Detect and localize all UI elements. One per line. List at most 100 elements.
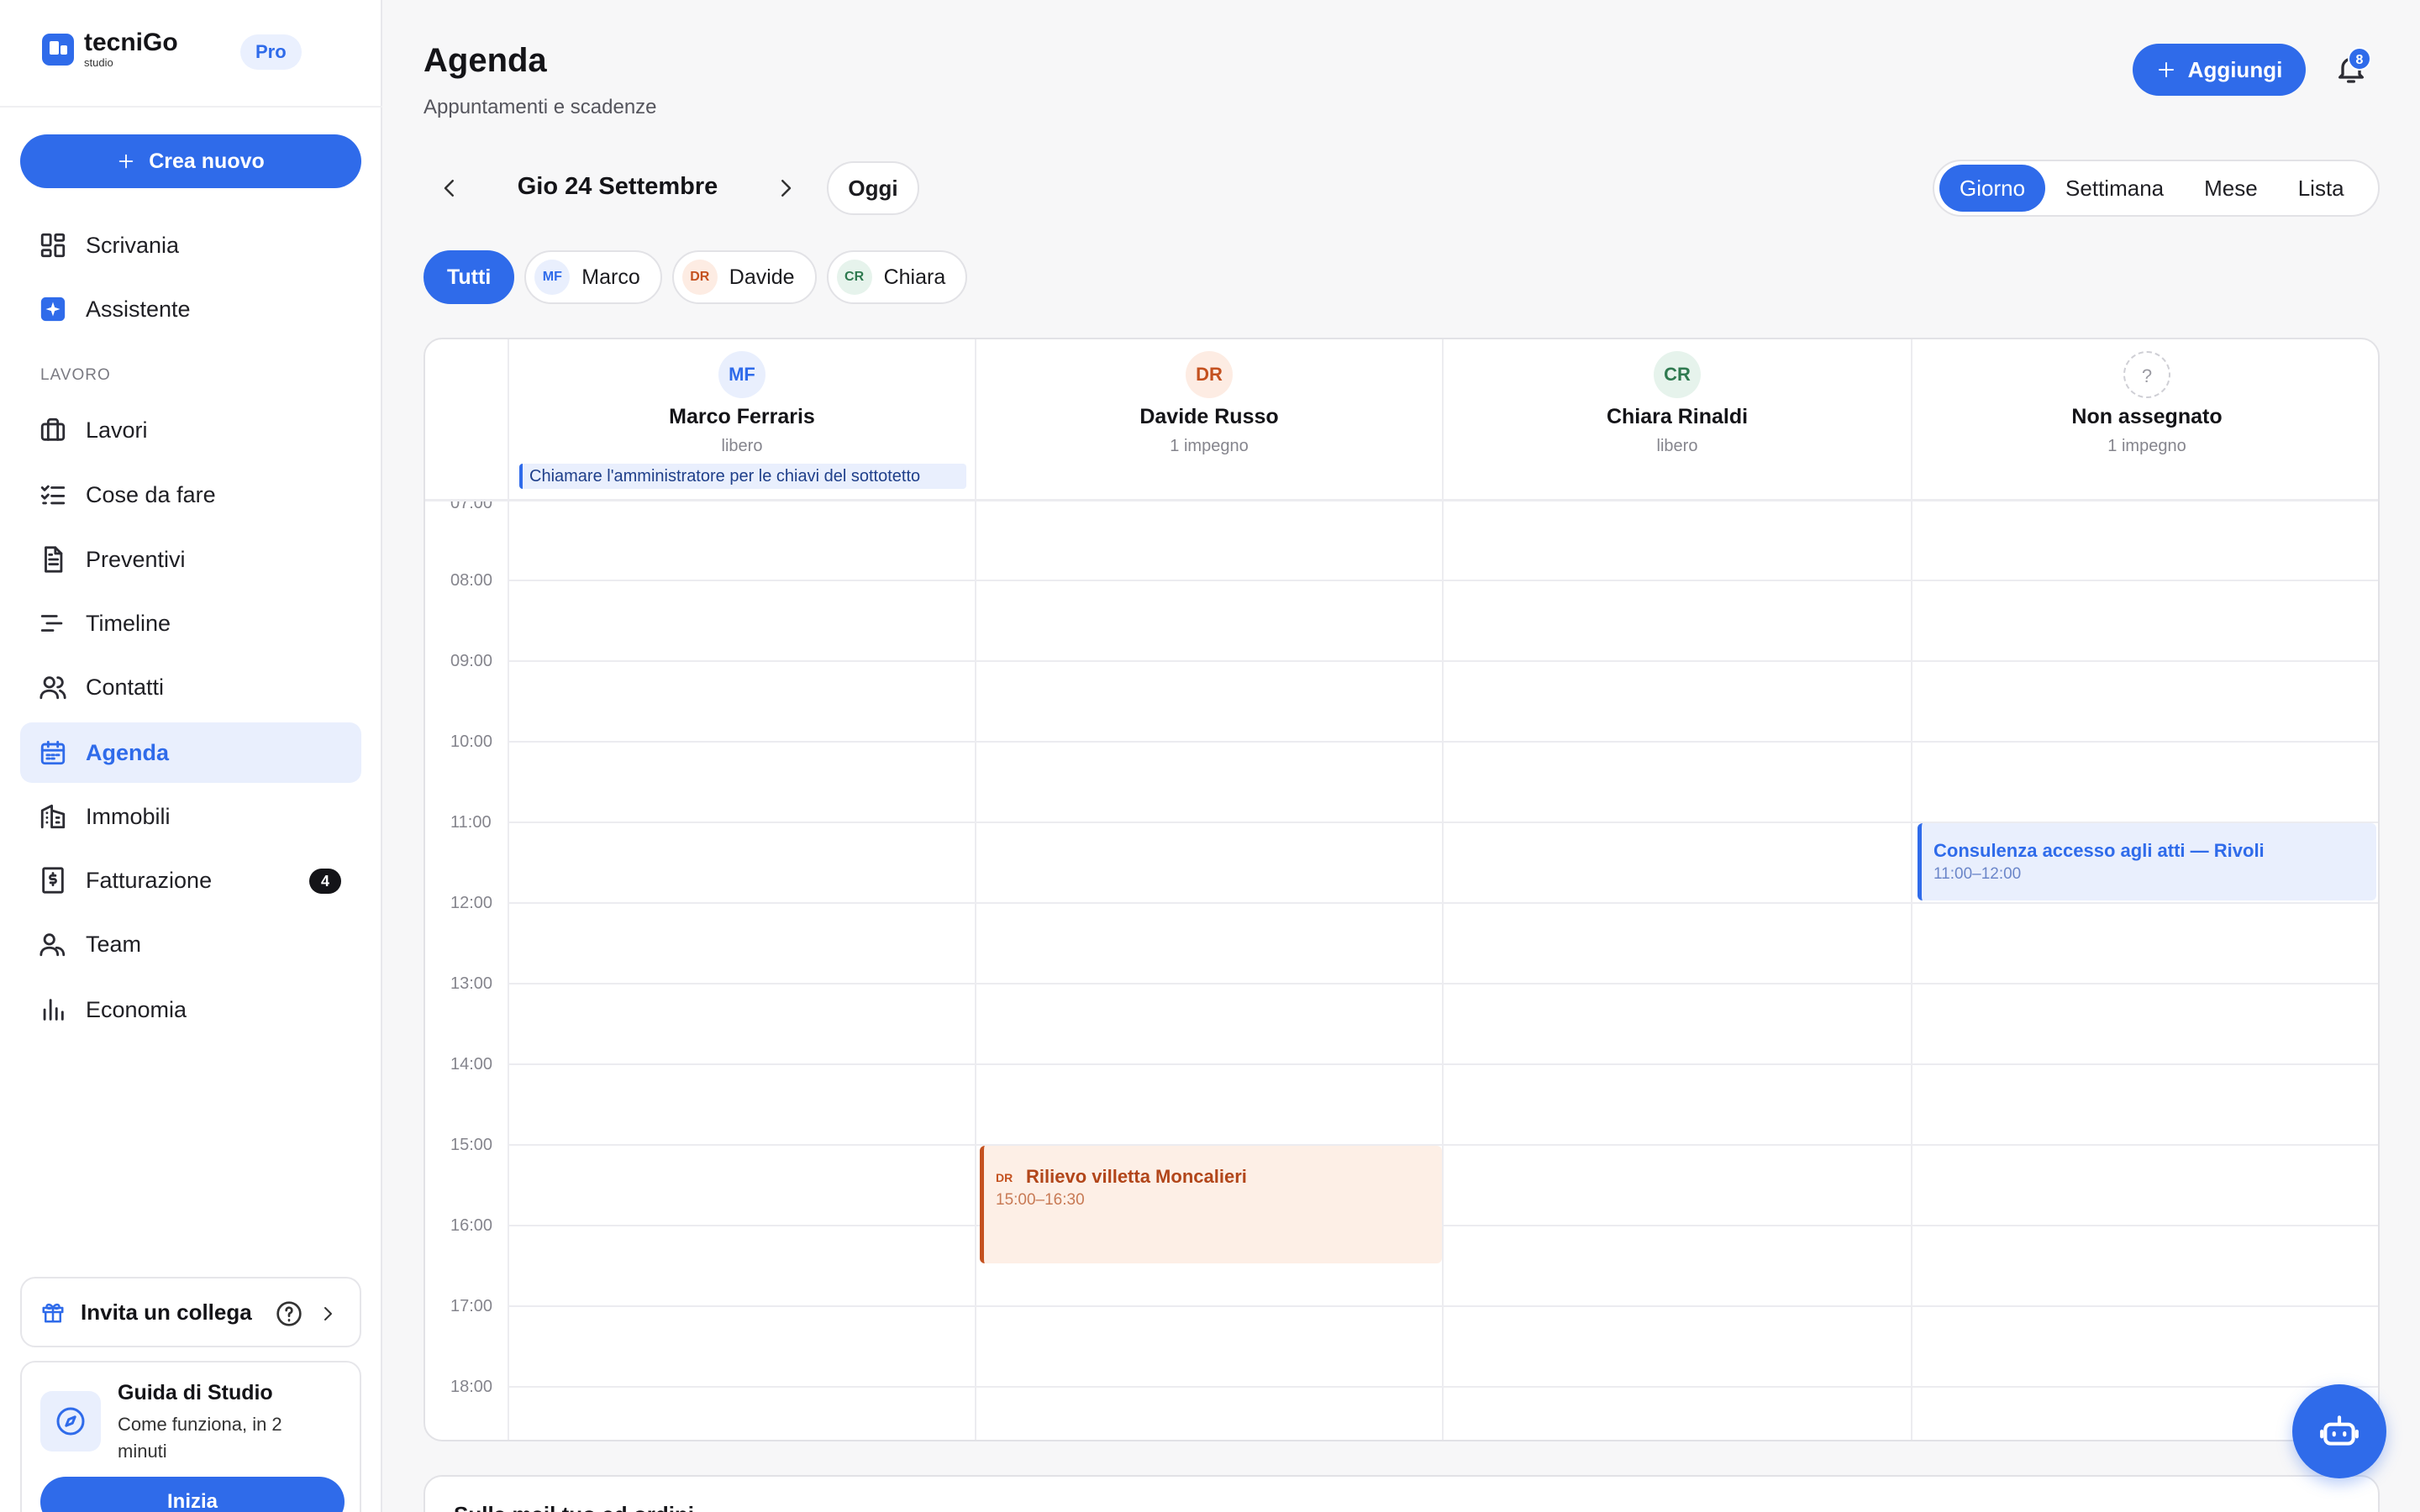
calendar-event[interactable]: DR Rilievo villetta Moncalieri 15:00–16:… — [980, 1146, 1442, 1263]
sidebar: tecniGo studio Pro Crea nuovo Scrivania … — [0, 0, 382, 1512]
filter-label: Davide — [729, 265, 795, 289]
all-day-event[interactable]: Chiamare l'amministratore per le chiavi … — [519, 464, 966, 489]
avatar: DR — [1186, 351, 1233, 398]
time-label: 10:00 — [450, 732, 493, 751]
invite-label: Invita un collega — [81, 1299, 252, 1325]
sidebar-item-assistente[interactable]: Assistente — [20, 279, 361, 339]
hour-line — [508, 741, 2378, 743]
studio-guide-card: Guida di Studio Come funziona, in 2 minu… — [20, 1361, 361, 1512]
filter-davide[interactable]: DR Davide — [671, 250, 817, 304]
event-title: Consulenza accesso agli atti — Rivoli — [1933, 840, 2265, 861]
filter-chiara[interactable]: CR Chiara — [826, 250, 968, 304]
divider — [425, 499, 2378, 501]
guide-title: Guida di Studio — [118, 1381, 273, 1404]
sidebar-item-label: Scrivania — [86, 232, 180, 258]
sidebar-item-label: Contatti — [86, 674, 165, 700]
avatar: MF — [718, 351, 765, 398]
hour-line — [508, 902, 2378, 904]
chevron-right-icon — [324, 1307, 332, 1320]
divider — [0, 106, 382, 108]
team-icon — [39, 933, 66, 957]
assistant-bot-button[interactable] — [2292, 1384, 2386, 1478]
view-lista[interactable]: Lista — [2278, 165, 2365, 212]
calendar-icon — [40, 740, 66, 765]
sidebar-item-timeline[interactable]: Timeline — [20, 593, 361, 654]
avatar: MF — [534, 260, 571, 295]
chevron-right-icon[interactable] — [773, 173, 798, 203]
plus-icon — [118, 154, 134, 169]
help-icon[interactable] — [276, 1300, 302, 1327]
dashboard-icon — [40, 233, 66, 258]
section-label: LAVORO — [40, 366, 111, 384]
person-name: Marco Ferraris — [669, 405, 815, 428]
checklist-icon — [40, 485, 66, 505]
add-button[interactable]: Aggiungi — [2133, 44, 2306, 96]
sidebar-item-economia[interactable]: Economia — [20, 979, 361, 1040]
create-new-button[interactable]: Crea nuovo — [20, 134, 361, 188]
sidebar-item-contatti[interactable]: Contatti — [20, 657, 361, 717]
column-header-chiara[interactable]: CR Chiara Rinaldi libero — [1444, 339, 1911, 501]
avatar: CR — [1654, 351, 1701, 398]
event-assignee: DR — [996, 1171, 1013, 1184]
event-title: Rilievo villetta Moncalieri — [1026, 1166, 1247, 1187]
person-name: Non assegnato — [2071, 405, 2223, 428]
column-header-davide[interactable]: DR Davide Russo 1 impegno — [976, 339, 1442, 501]
calendar-event[interactable]: Consulenza accesso agli atti — Rivoli 11… — [1918, 823, 2376, 900]
person-status: 1 impegno — [2107, 437, 2186, 455]
sidebar-item-lavori[interactable]: Lavori — [20, 400, 361, 460]
sidebar-item-label: Cose da fare — [86, 481, 216, 507]
document-icon — [45, 546, 63, 573]
hour-line — [508, 660, 2378, 662]
view-switcher: Giorno Settimana Mese Lista — [1933, 160, 2380, 217]
bottom-card-title: Sulla mail tuo ed ordini — [454, 1502, 694, 1512]
sidebar-item-preventivi[interactable]: Preventivi — [20, 529, 361, 590]
sidebar-item-immobili[interactable]: Immobili — [20, 786, 361, 847]
plus-icon — [2158, 62, 2174, 77]
person-status: 1 impegno — [1170, 437, 1249, 455]
filter-label: Marco — [581, 265, 640, 289]
sidebar-item-team[interactable]: Team — [20, 914, 361, 974]
current-date: Gio 24 Settembre — [517, 173, 718, 200]
person-name: Chiara Rinaldi — [1606, 405, 1749, 428]
view-mese[interactable]: Mese — [2184, 165, 2278, 212]
avatar: CR — [836, 260, 872, 295]
hour-line — [508, 1063, 2378, 1065]
today-button[interactable]: Oggi — [827, 161, 919, 215]
column-header-unassigned[interactable]: ? Non assegnato 1 impegno — [1912, 339, 2378, 501]
invite-colleague-button[interactable]: Invita un collega — [20, 1277, 361, 1347]
person-name: Davide Russo — [1139, 405, 1279, 428]
notification-badge: 8 — [2348, 47, 2371, 71]
sidebar-item-fatturazione[interactable]: Fatturazione 4 — [20, 850, 361, 911]
app-logo[interactable]: tecniGo studio — [42, 30, 178, 68]
time-label: 08:00 — [450, 571, 493, 590]
time-label: 15:00 — [450, 1136, 493, 1154]
filter-marco[interactable]: MF Marco — [524, 250, 662, 304]
view-giorno[interactable]: Giorno — [1939, 165, 2046, 212]
view-settimana[interactable]: Settimana — [2045, 165, 2184, 212]
divider — [1911, 339, 1912, 1440]
sidebar-item-scrivania[interactable]: Scrivania — [20, 215, 361, 276]
filter-all[interactable]: Tutti — [424, 250, 515, 304]
hour-line — [508, 1144, 2378, 1146]
sidebar-item-agenda[interactable]: Agenda — [20, 722, 361, 783]
chevron-left-icon[interactable] — [437, 173, 462, 203]
avatar: ? — [2123, 351, 2170, 398]
sidebar-item-label: Immobili — [86, 803, 171, 829]
app-name: tecniGo — [84, 29, 178, 56]
sidebar-item-label: Lavori — [86, 417, 148, 443]
invoice-count-badge: 4 — [309, 869, 341, 894]
hour-line — [508, 1305, 2378, 1307]
time-label: 11:00 — [450, 813, 492, 832]
sidebar-item-label: Agenda — [86, 739, 170, 765]
guide-subtitle: Come funziona, in 2 minuti — [118, 1414, 282, 1462]
app-sub: studio — [84, 56, 113, 69]
avatar: DR — [681, 260, 718, 295]
sidebar-item-cose-da-fare[interactable]: Cose da fare — [20, 465, 361, 525]
sidebar-item-label: Fatturazione — [86, 867, 213, 893]
sidebar-item-label: Team — [86, 931, 142, 957]
time-label: 16:00 — [450, 1216, 493, 1235]
divider — [1442, 339, 1444, 1440]
guide-start-button[interactable]: Inizia — [40, 1477, 345, 1512]
sidebar-item-label: Economia — [86, 996, 187, 1022]
time-label: 18:00 — [450, 1378, 493, 1396]
